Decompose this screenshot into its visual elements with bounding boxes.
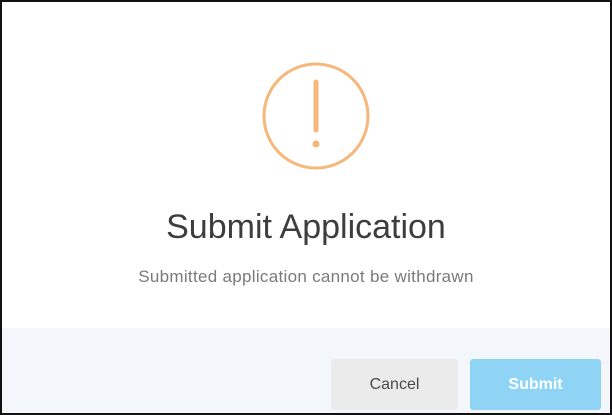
dialog-footer: Cancel Submit bbox=[2, 328, 610, 413]
dialog-message: Submitted application cannot be withdraw… bbox=[138, 267, 474, 286]
warning-icon bbox=[260, 60, 372, 172]
submit-application-dialog: Submit Application Submitted application… bbox=[0, 0, 612, 415]
cancel-button[interactable]: Cancel bbox=[331, 359, 458, 410]
dialog-title: Submit Application bbox=[166, 208, 446, 246]
submit-button[interactable]: Submit bbox=[470, 359, 601, 410]
